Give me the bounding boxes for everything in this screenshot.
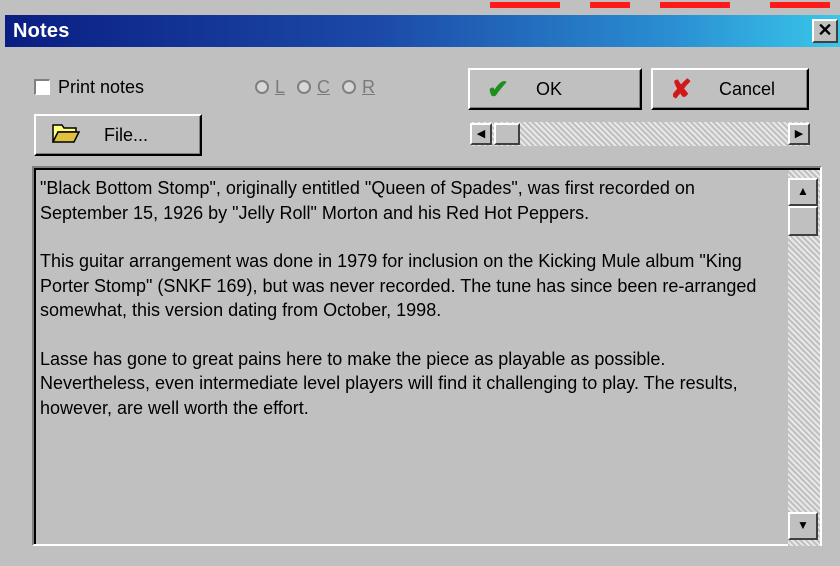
- x-icon: ✘: [670, 73, 692, 104]
- radio-right-label: R: [362, 76, 376, 97]
- arrow-down-icon: ▼: [797, 518, 809, 532]
- ok-button[interactable]: ✔ OK: [468, 68, 642, 110]
- window-title: Notes: [13, 20, 70, 42]
- horizontal-scrollbar[interactable]: ◀ ▶: [470, 122, 810, 146]
- cancel-button[interactable]: ✘ Cancel: [651, 68, 809, 110]
- arrow-right-icon: ▶: [794, 128, 804, 140]
- notes-text[interactable]: "Black Bottom Stomp", originally entitle…: [40, 176, 780, 444]
- radio-left-label: L: [275, 76, 286, 97]
- radio-center-label: C: [317, 76, 331, 97]
- horizontal-scroll-thumb[interactable]: [494, 123, 520, 145]
- folder-open-icon: [46, 120, 86, 151]
- radio-right[interactable]: R: [342, 77, 375, 98]
- notes-paragraph: This guitar arrangement was done in 1979…: [40, 251, 757, 320]
- vertical-scrollbar[interactable]: ▲ ▼: [788, 170, 820, 546]
- radio-circle-icon[interactable]: [255, 80, 269, 94]
- ok-label: OK: [536, 78, 563, 99]
- close-button[interactable]: ✕: [812, 19, 838, 43]
- radio-left[interactable]: L: [255, 77, 285, 98]
- radio-center[interactable]: C: [297, 77, 330, 98]
- print-notes-checkbox[interactable]: [34, 79, 50, 95]
- title-bar[interactable]: Notes ✕: [5, 15, 840, 47]
- notes-paragraph: Lasse has gone to great pains here to ma…: [40, 348, 738, 418]
- scroll-left-button[interactable]: ◀: [470, 123, 492, 145]
- scroll-up-button[interactable]: ▲: [788, 178, 818, 206]
- notes-textarea[interactable]: "Black Bottom Stomp", originally entitle…: [32, 166, 822, 546]
- print-notes-option[interactable]: Print notes: [34, 72, 144, 102]
- vertical-scroll-thumb[interactable]: [788, 206, 818, 236]
- radio-circle-icon[interactable]: [297, 80, 312, 94]
- radio-circle-icon[interactable]: [342, 80, 357, 94]
- print-notes-label: Print notes: [58, 76, 145, 97]
- close-icon: ✕: [817, 20, 833, 40]
- file-button[interactable]: File...: [34, 114, 202, 156]
- notes-dialog: Notes ✕ Print notes L C R ✔ OK ✘ Cancel: [0, 0, 840, 566]
- alignment-radio-group: L C R: [255, 72, 375, 102]
- arrow-up-icon: ▲: [797, 184, 809, 198]
- scroll-right-button[interactable]: ▶: [788, 123, 810, 145]
- notes-textarea-frame: "Black Bottom Stomp", originally entitle…: [34, 168, 820, 546]
- notes-paragraph: "Black Bottom Stomp", originally entitle…: [40, 178, 695, 223]
- scroll-down-button[interactable]: ▼: [788, 512, 818, 540]
- cancel-label: Cancel: [719, 78, 776, 99]
- arrow-left-icon: ◀: [476, 128, 486, 140]
- top-decoration: [470, 0, 840, 10]
- check-icon: ✔: [487, 73, 509, 104]
- file-label: File...: [104, 124, 149, 145]
